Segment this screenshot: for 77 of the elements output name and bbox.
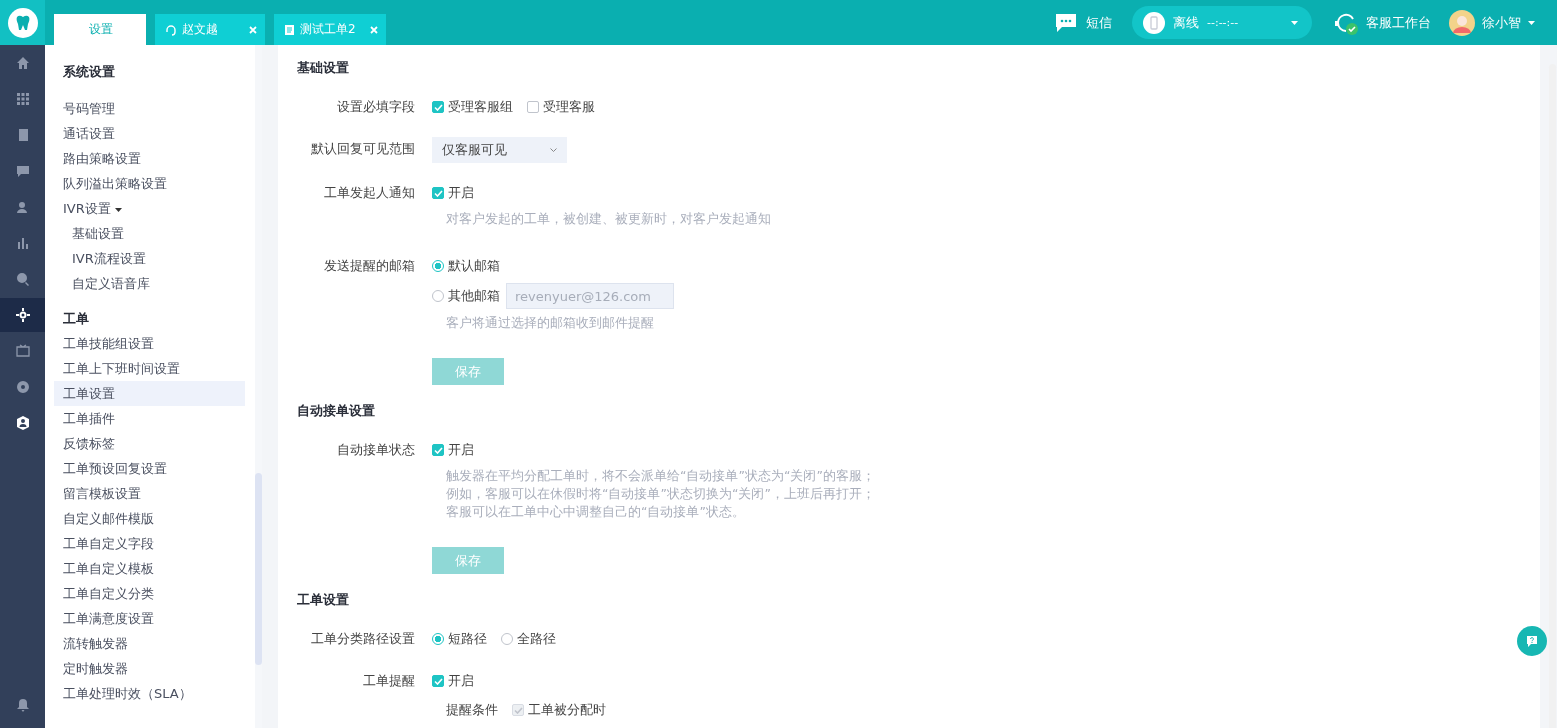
radio-button[interactable] xyxy=(432,260,444,272)
field-label: 自动接单状态 xyxy=(336,441,415,459)
sidebar-item[interactable]: 工单设置 xyxy=(54,381,245,406)
checkbox[interactable] xyxy=(432,187,444,199)
tab-label: 测试工单2 xyxy=(300,21,356,38)
checkbox-option[interactable]: 受理客服组 xyxy=(432,98,513,116)
hint-text: 例如，客服可以在休假时将“自动接单”状态切换为“关闭”，上班后再打开； xyxy=(446,485,875,503)
radio-button[interactable] xyxy=(432,290,444,302)
sidebar-item[interactable]: 工单满意度设置 xyxy=(54,606,245,631)
sidebar-item[interactable]: 自定义语音库 xyxy=(54,271,245,296)
sidebar-item[interactable]: IVR流程设置 xyxy=(54,246,245,271)
sidebar-item[interactable]: 路由策略设置 xyxy=(54,146,245,171)
caret-icon xyxy=(1528,20,1535,25)
field-label: 工单提醒 xyxy=(362,672,415,690)
section-title: 自动接单设置 xyxy=(297,402,375,420)
field-label: 设置必填字段 xyxy=(336,98,415,116)
field-label: 提醒条件 xyxy=(446,701,498,719)
help-icon xyxy=(1526,635,1538,647)
headset-icon xyxy=(165,23,177,36)
radio-button[interactable] xyxy=(432,633,444,645)
sidebar-item[interactable]: 工单上下班时间设置 xyxy=(54,356,245,381)
hint-text: 触发器在平均分配工单时，将不会派单给“自动接单”状态为“关闭”的客服； xyxy=(446,467,875,485)
checkbox[interactable] xyxy=(527,101,539,113)
radio-option[interactable]: 其他邮箱 xyxy=(432,287,500,305)
radio-button[interactable] xyxy=(501,633,513,645)
chat-icon xyxy=(1056,13,1076,32)
field-label: 发送提醒的邮箱 xyxy=(323,257,415,275)
phone-icon xyxy=(1143,11,1165,34)
sidebar-item[interactable]: 工单插件 xyxy=(54,406,245,431)
field-label: 默认回复可见范围 xyxy=(310,140,415,158)
sidebar-item[interactable]: 工单技能组设置 xyxy=(54,331,245,356)
tab-label: 赵文越 xyxy=(182,21,219,38)
hint-text: 客户将通过选择的邮箱收到邮件提醒 xyxy=(446,314,655,332)
document-icon xyxy=(284,23,295,36)
section-title: 工单设置 xyxy=(297,591,349,609)
sidebar-item[interactable]: 工单自定义字段 xyxy=(54,531,245,556)
email-input-field[interactable]: revenyuer@126.com xyxy=(506,283,674,309)
section-title: 基础设置 xyxy=(297,59,349,77)
checkbox[interactable] xyxy=(432,101,444,113)
checkbox-option[interactable]: 开启 xyxy=(432,184,474,202)
hint-text: 对客户发起的工单，被创建、被更新时，对客户发起通知 xyxy=(446,210,771,228)
sidebar-heading: 系统设置 xyxy=(62,63,116,81)
sidebar-item[interactable]: IVR设置 xyxy=(54,196,245,221)
sidebar-item[interactable]: 基础设置 xyxy=(54,221,245,246)
radio-option[interactable]: 短路径 xyxy=(432,630,487,648)
field-label: 工单分类路径设置 xyxy=(310,630,415,648)
caret-icon xyxy=(114,207,122,212)
sidebar-item[interactable]: 定时触发器 xyxy=(54,656,245,681)
sidebar-item[interactable]: 工单处理时效（SLA） xyxy=(54,681,245,706)
sidebar-item[interactable]: 留言模板设置 xyxy=(54,481,245,506)
caret-icon xyxy=(1291,20,1298,25)
close-icon[interactable] xyxy=(249,25,257,34)
sidebar-item[interactable]: 号码管理 xyxy=(54,96,245,121)
radio-option[interactable]: 默认邮箱 xyxy=(432,257,500,275)
avatar-icon xyxy=(1449,9,1475,36)
hint-text: 客服可以在工单中心中调整自己的“自动接单”状态。 xyxy=(446,503,746,521)
checkbox[interactable] xyxy=(432,444,444,456)
checkbox-option[interactable]: 开启 xyxy=(432,672,474,690)
radio-option[interactable]: 全路径 xyxy=(501,630,556,648)
sidebar-heading: 工单 xyxy=(62,310,90,328)
tab-label: 设置 xyxy=(89,21,113,38)
sidebar-item[interactable]: 通话设置 xyxy=(54,121,245,146)
sidebar-item[interactable]: 流转触发器 xyxy=(54,631,245,656)
checkbox-option[interactable]: 开启 xyxy=(432,441,474,459)
sidebar-item[interactable]: 队列溢出策略设置 xyxy=(54,171,245,196)
select-dropdown[interactable]: 仅客服可见 xyxy=(432,137,567,163)
sidebar-item[interactable]: 工单自定义模板 xyxy=(54,556,245,581)
close-icon[interactable] xyxy=(369,25,378,34)
sidebar-item[interactable]: 工单预设回复设置 xyxy=(54,456,245,481)
chevron-down-icon xyxy=(550,148,557,152)
checkbox[interactable] xyxy=(432,675,444,687)
sidebar-item[interactable]: 反馈标签 xyxy=(54,431,245,456)
help-button[interactable] xyxy=(1517,626,1547,656)
checkbox-option[interactable]: 受理客服 xyxy=(527,98,595,116)
field-label: 工单发起人通知 xyxy=(323,184,415,202)
sidebar-item[interactable]: 工单自定义分类 xyxy=(54,581,245,606)
sidebar-item[interactable]: 自定义邮件模版 xyxy=(54,506,245,531)
